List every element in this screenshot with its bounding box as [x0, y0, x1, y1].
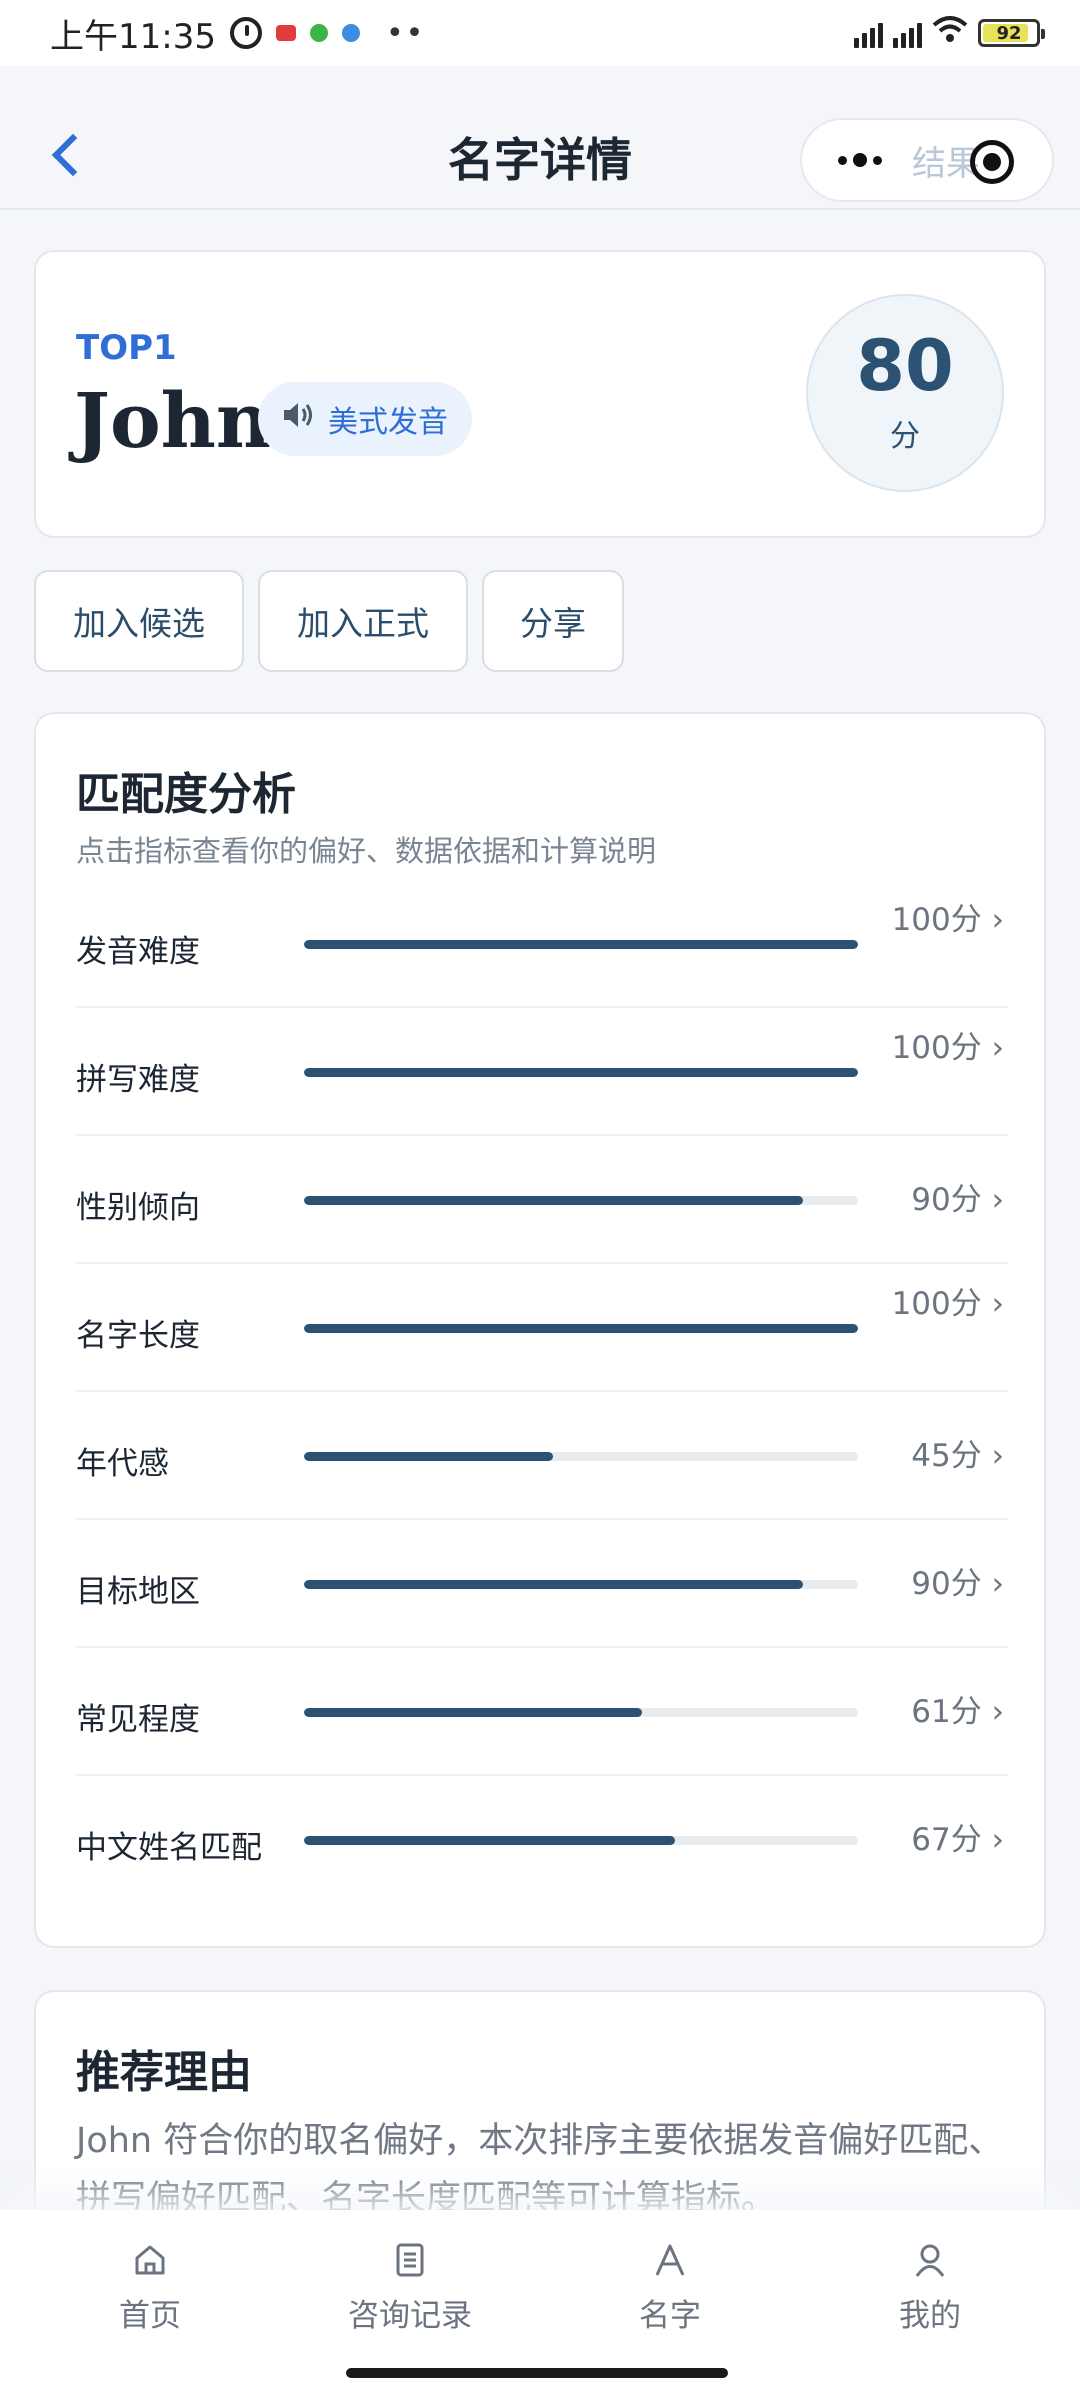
letter-a-icon — [650, 2240, 690, 2280]
metric-label: 拼写难度 — [76, 1062, 200, 1098]
name-hero-card: TOP1 John 美式发音 80 分 — [34, 250, 1046, 538]
home-icon — [130, 2240, 170, 2280]
metric-score: 90分 › — [911, 1182, 1004, 1218]
metric-bar-fill — [304, 1836, 676, 1845]
metric-bar — [304, 1452, 858, 1461]
metric-bar — [304, 1580, 858, 1589]
section-subtitle: 点击指标查看你的偏好、数据依据和计算说明 — [76, 834, 657, 868]
metric-bar-fill — [304, 1196, 803, 1205]
battery-level: 92 — [996, 22, 1022, 44]
metric-label: 性别倾向 — [76, 1190, 200, 1226]
alarm-icon — [229, 17, 262, 49]
battery-icon: 92 — [978, 19, 1045, 47]
browser-app-icon — [341, 24, 360, 42]
metric-bar-fill — [304, 1708, 642, 1717]
score-badge: 80 分 — [806, 294, 1004, 492]
metric-label: 年代感 — [76, 1446, 169, 1482]
tab-label: 名字 — [639, 2298, 701, 2334]
metric-score: 61分 › — [911, 1694, 1004, 1730]
reason-title: 推荐理由 — [76, 2047, 252, 2098]
app-notification-icon — [275, 25, 296, 41]
pronunciation-button[interactable]: 美式发音 — [258, 382, 472, 456]
metric-label: 发音难度 — [76, 934, 200, 970]
metric-row[interactable]: 拼写难度 100分 › — [76, 1008, 1008, 1136]
score-value: 80 — [856, 325, 954, 407]
tab-names[interactable]: 名字 — [570, 2240, 770, 2350]
metric-score: 100分 › — [891, 902, 1004, 938]
metric-score: 67分 › — [911, 1822, 1004, 1858]
metric-score: 45分 › — [911, 1438, 1004, 1474]
home-indicator[interactable] — [346, 2368, 728, 2378]
metric-bar-fill — [304, 1452, 554, 1461]
metric-row[interactable]: 中文姓名匹配 67分 › — [76, 1776, 1008, 1904]
close-target-icon[interactable] — [970, 140, 1014, 184]
share-button[interactable]: 分享 — [482, 570, 624, 672]
metric-label: 中文姓名匹配 — [76, 1830, 262, 1866]
document-icon — [390, 2240, 430, 2280]
signal-icon-2 — [893, 18, 922, 48]
metric-score: 100分 › — [891, 1286, 1004, 1322]
metric-bar-fill — [304, 940, 858, 949]
add-formal-button[interactable]: 加入正式 — [258, 570, 468, 672]
metric-bar-fill — [304, 1068, 858, 1077]
wifi-icon — [932, 15, 968, 51]
status-right: 92 — [854, 15, 1045, 51]
rank-label: TOP1 — [76, 328, 177, 368]
metric-row[interactable]: 常见程度 61分 › — [76, 1648, 1008, 1776]
pronunciation-label: 美式发音 — [328, 405, 448, 440]
speaker-icon — [282, 400, 316, 438]
add-candidate-button[interactable]: 加入候选 — [34, 570, 244, 672]
tab-consult-history[interactable]: 咨询记录 — [310, 2240, 510, 2350]
name-title: John — [74, 376, 272, 465]
metric-row[interactable]: 目标地区 90分 › — [76, 1520, 1008, 1648]
chat-app-icon — [309, 24, 328, 42]
mini-program-capsule[interactable]: 结果 — [800, 118, 1054, 202]
metric-label: 名字长度 — [76, 1318, 200, 1354]
tab-label: 我的 — [899, 2298, 961, 2334]
metric-bar — [304, 1324, 858, 1333]
metric-row[interactable]: 性别倾向 90分 › — [76, 1136, 1008, 1264]
more-notifications-icon: •• — [385, 15, 426, 51]
metric-row[interactable]: 年代感 45分 › — [76, 1392, 1008, 1520]
status-time: 上午11:35 — [50, 16, 216, 57]
metric-row[interactable]: 发音难度 100分 › — [76, 880, 1008, 1008]
tab-label: 首页 — [119, 2298, 181, 2334]
match-analysis-card: 匹配度分析 点击指标查看你的偏好、数据依据和计算说明 发音难度 100分 › 拼… — [34, 712, 1046, 1948]
tab-label: 咨询记录 — [348, 2298, 472, 2334]
section-title: 匹配度分析 — [76, 769, 296, 820]
metric-bar — [304, 1196, 858, 1205]
metric-score: 100分 › — [891, 1030, 1004, 1066]
metric-bar — [304, 1068, 858, 1077]
tab-home[interactable]: 首页 — [50, 2240, 250, 2350]
more-menu-icon[interactable] — [838, 153, 882, 167]
user-icon — [910, 2240, 950, 2280]
metric-bar-fill — [304, 1580, 803, 1589]
metric-score: 90分 › — [911, 1566, 1004, 1602]
metric-label: 目标地区 — [76, 1574, 200, 1610]
status-left: 上午11:35 •• — [50, 9, 425, 58]
metric-bar — [304, 940, 858, 949]
signal-icon — [854, 18, 883, 48]
metric-bar — [304, 1836, 858, 1845]
nav-bar: 名字详情 结果 — [0, 66, 1080, 210]
metric-label: 常见程度 — [76, 1702, 200, 1738]
metric-row[interactable]: 名字长度 100分 › — [76, 1264, 1008, 1392]
metric-bar-fill — [304, 1324, 858, 1333]
score-unit: 分 — [890, 419, 920, 454]
tab-profile[interactable]: 我的 — [830, 2240, 1030, 2350]
status-bar: 上午11:35 •• 92 — [0, 0, 1080, 66]
metric-bar — [304, 1708, 858, 1717]
